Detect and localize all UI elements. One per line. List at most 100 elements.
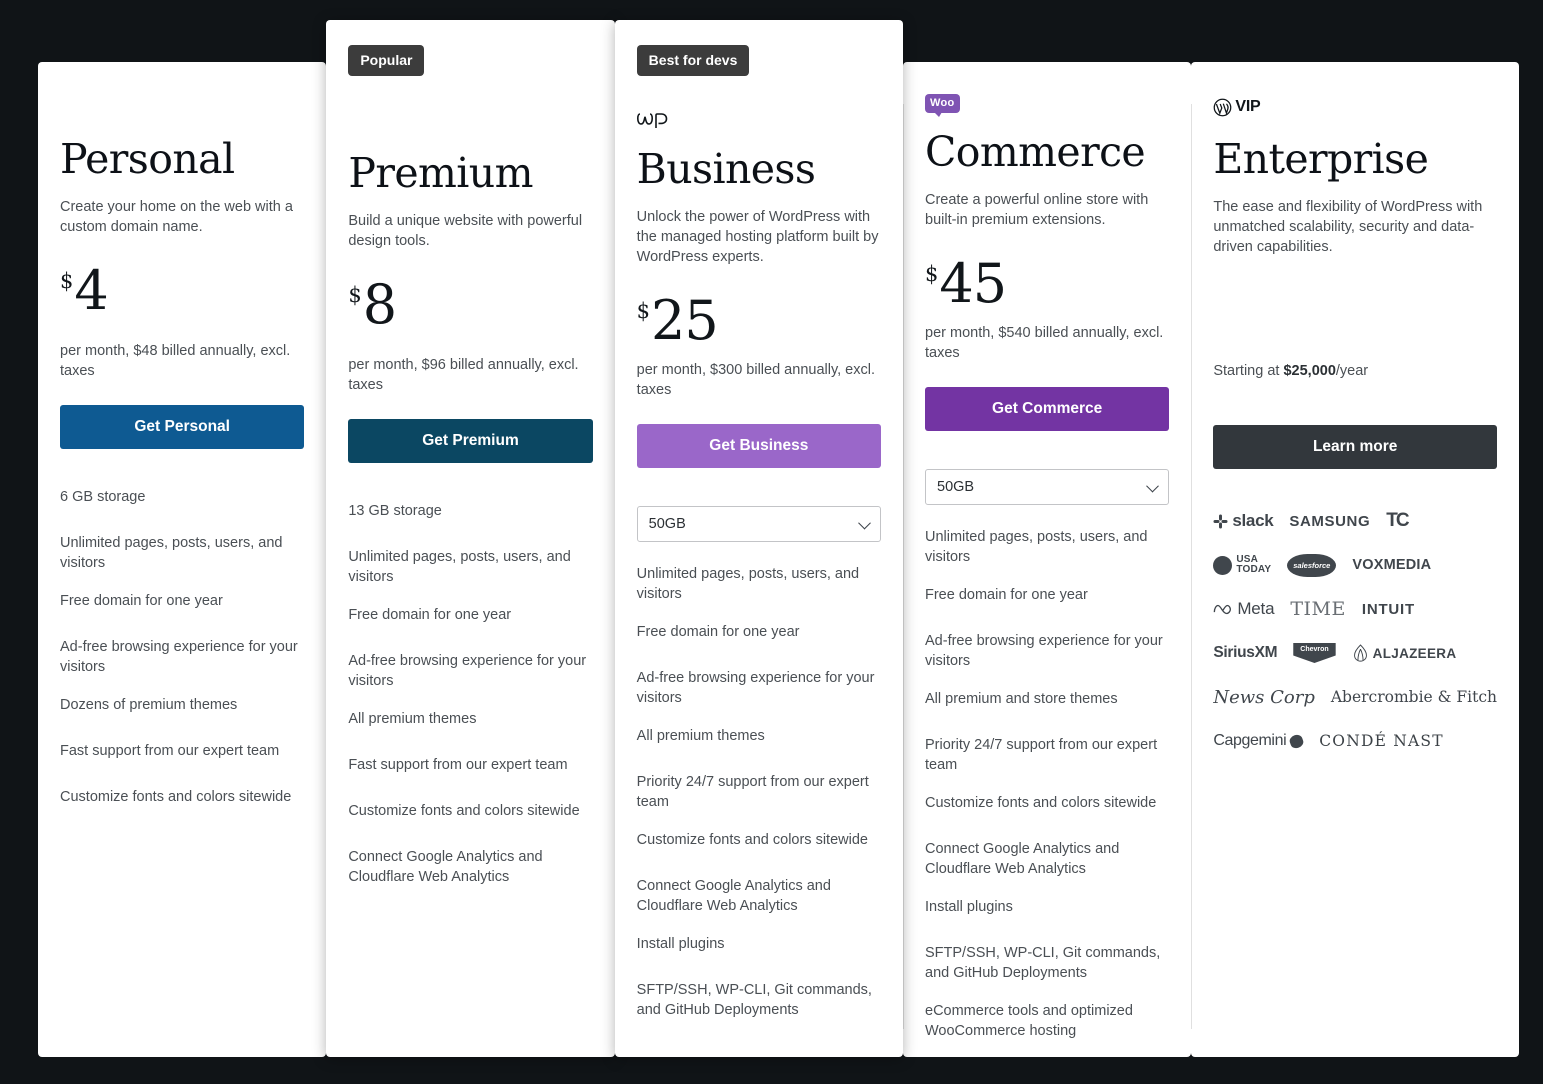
feature-item: Ad-free browsing experience for your vis… [60,639,298,676]
news-corp-wordmark: News Corp [1213,686,1315,708]
storage-dropdown-business[interactable]: 50GB100GB200GB [636,506,881,543]
plan-card-premium: Popular Premium Build a unique website wit… [326,20,615,1057]
vip-label: VIP [1235,98,1261,115]
plan-price-enterprise [1213,285,1497,347]
intuit-wordmark: INTUIT [1361,600,1415,618]
feature-item: Free domain for one year [348,607,512,624]
feature-item: Customize fonts and colors sitewide [636,832,868,849]
billing-prefix: Starting at [1213,363,1284,380]
storage-dropdown-commerce[interactable]: 50GB100GB200GB [925,469,1170,506]
plan-card-commerce: Woo Commerce Create a powerful online stor… [903,62,1192,1059]
capgemini-mark-icon [1288,732,1306,750]
plan-tagline-premium: Build a unique website with powerful des… [348,213,583,250]
meta-logo: Meta [1213,599,1275,619]
vox-media-logo: VOXMEDIA [1352,557,1431,573]
logo-row: Capgemini CONDÉ NAST [1213,727,1497,755]
plan-name-business: Business [636,145,816,193]
feature-item: All premium and store themes [925,691,1118,708]
price-currency: $ [636,299,651,324]
plan-badge-premium: Popular [348,45,425,76]
siriusxm-logo: SiriusXM [1213,644,1277,662]
feature-item: 6 GB storage [60,489,146,506]
plan-price-business: $25 [636,293,881,347]
feature-item: Customize fonts and colors sitewide [348,803,580,820]
vox-media-wordmark: VOXMEDIA [1352,557,1432,574]
price-amount: 45 [939,252,1007,316]
plan-billing-enterprise: Starting at $25,000/year [1213,361,1497,403]
cta-button-premium[interactable]: Get Premium [348,419,593,464]
feature-item: Ad-free browsing experience for your vis… [348,653,587,690]
feature-item: Install plugins [636,936,725,953]
feature-item: Connect Google Analytics and Cloudflare … [925,841,1120,878]
wordpress-vip-icon: VIP [1213,94,1497,120]
logo-row: SiriusXM Chevron ALJAZEERA [1213,639,1497,667]
pricing-page: Personal Create your home on the web with… [0,0,1543,1084]
plan-name-commerce: Commerce [925,128,1146,176]
feature-item: Unlimited pages, posts, users, and visit… [925,529,1148,566]
plan-card-business: Best for devs Business Unlock the power of… [614,20,903,1057]
feature-item: eCommerce tools and optimized WooCommerc… [925,1003,1133,1040]
feature-item: Free domain for one year [636,624,800,641]
feature-item: Connect Google Analytics and Cloudflare … [636,878,831,915]
pricing-plans-grid: Personal Create your home on the web with… [38,20,1519,1058]
time-wordmark: TIME [1290,598,1346,621]
feature-list-personal: 6 GB storage Unlimited pages, posts, user… [60,487,304,833]
feature-list-commerce: Unlimited pages, posts, users, and visit… [925,527,1169,1059]
plan-tagline-business: Unlock the power of WordPress with the m… [636,209,879,266]
capgemini-wordmark: Capgemini [1213,732,1287,750]
techcrunch-wordmark: TC [1386,510,1409,532]
plan-price-commerce: $45 [925,252,1169,316]
cta-button-enterprise[interactable]: Learn more [1213,425,1497,470]
al-jazeera-wordmark: ALJAZEERA [1372,645,1457,661]
intuit-logo: INTUIT [1362,601,1415,618]
price-currency: $ [925,262,939,287]
feature-item: Customize fonts and colors sitewide [925,795,1157,812]
wordpress-wp-icon [636,108,881,130]
cta-button-personal[interactable]: Get Personal [60,405,305,450]
woo-logo: Woo [925,94,960,117]
slack-wordmark: slack [1232,511,1274,531]
feature-item: 13 GB storage [348,503,442,520]
feature-item: Priority 24/7 support from our expert te… [925,737,1158,774]
feature-item: Fast support from our expert team [60,743,280,760]
cta-button-commerce[interactable]: Get Commerce [925,387,1170,432]
plan-tagline-enterprise: The ease and flexibility of WordPress wi… [1213,199,1483,256]
plan-billing-business: per month, $300 billed annually, excl. t… [636,362,875,399]
price-amount: 8 [362,273,397,337]
salesforce-cloud-icon: salesforce [1287,553,1337,577]
feature-item: Unlimited pages, posts, users, and visit… [636,566,860,603]
logo-row: slack SAMSUNG TC [1213,507,1497,535]
feature-list-premium: 13 GB storage Unlimited pages, posts, use… [348,501,592,905]
plan-billing-personal: per month, $48 billed annually, excl. ta… [60,343,291,380]
siriusxm-wordmark: SiriusXM [1213,644,1278,662]
feature-item: Priority 24/7 support from our expert te… [636,774,869,811]
feature-item: All premium themes [636,728,765,745]
meta-wordmark: Meta [1237,599,1275,619]
chevron-wordmark: Chevron [1293,643,1336,664]
billing-suffix: /year [1335,363,1369,380]
chevron-logo: Chevron [1293,643,1336,664]
storage-select-business[interactable]: 50GB100GB200GB [636,506,881,543]
usa-today-logo: USA TODAY [1213,554,1272,576]
plan-tagline-commerce: Create a powerful online store with buil… [925,192,1149,229]
plan-card-personal: Personal Create your home on the web with… [38,62,327,1057]
feature-item: All premium themes [348,711,477,728]
woocommerce-icon: Woo [925,94,1169,117]
logo-row: USA TODAY salesforce VOXMEDIA [1213,551,1497,579]
usa-today-line2: TODAY [1236,564,1272,576]
logo-row: News Corp Abercrombie & Fitch [1213,683,1497,711]
abercrombie-fitch-logo: Abercrombie & Fitch [1331,688,1497,706]
storage-select-commerce[interactable]: 50GB100GB200GB [925,469,1170,506]
conde-nast-logo: CONDÉ NAST [1319,732,1444,750]
salesforce-logo: salesforce [1287,553,1337,577]
feature-item: Unlimited pages, posts, users, and visit… [348,549,571,586]
feature-item: Fast support from our expert team [348,757,568,774]
cta-button-business[interactable]: Get Business [636,424,881,469]
plan-badge-business: Best for devs [636,45,750,76]
time-logo: TIME [1290,598,1346,620]
conde-nast-wordmark: CONDÉ NAST [1319,732,1444,751]
feature-item: Free domain for one year [60,593,223,610]
capgemini-logo: Capgemini [1213,732,1306,750]
price-currency: $ [60,269,74,294]
usa-today-dot-icon [1213,555,1233,575]
